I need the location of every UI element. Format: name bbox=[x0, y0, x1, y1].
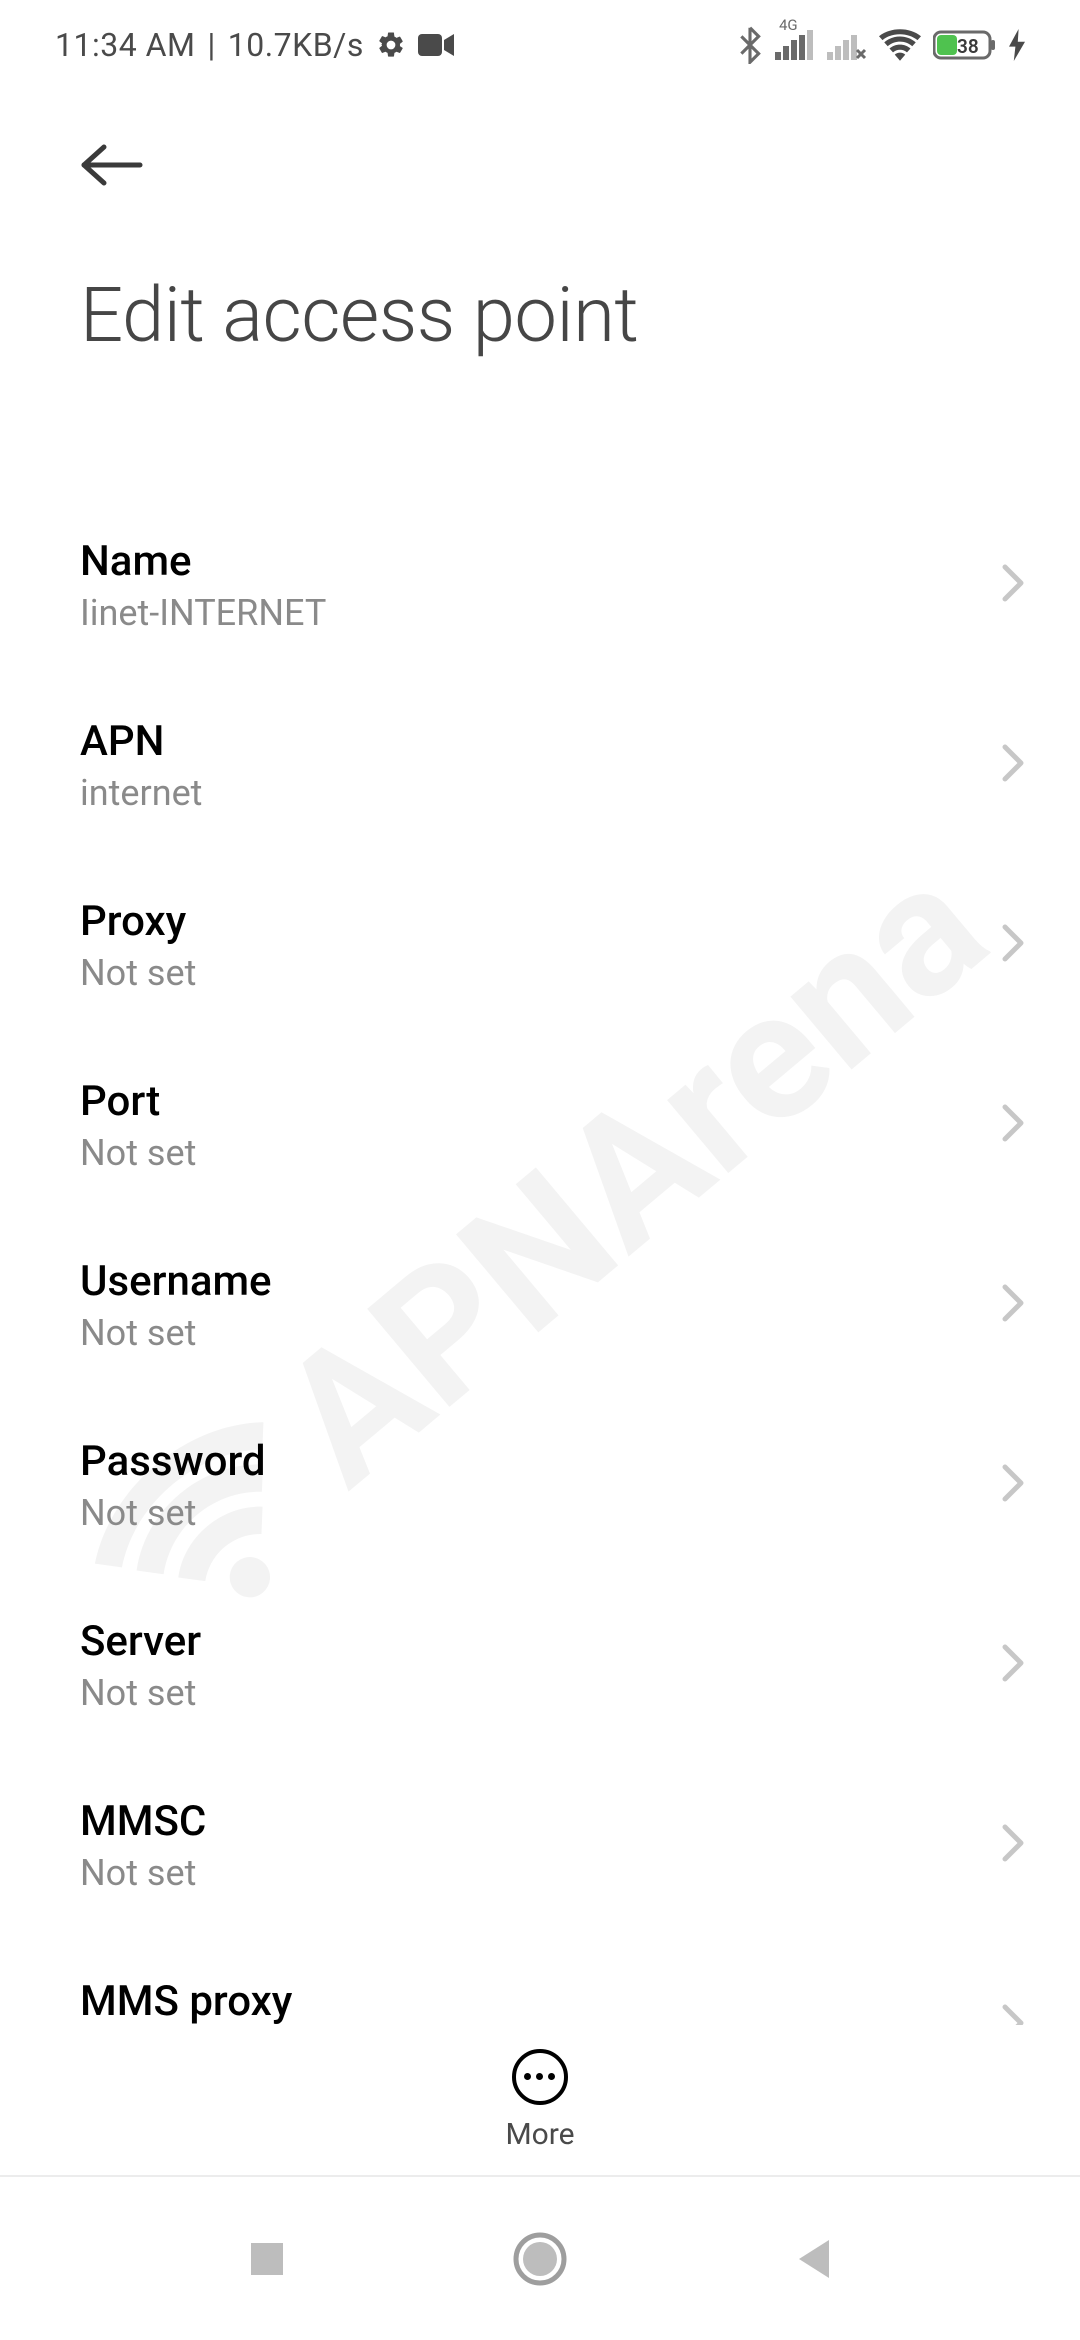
row-apn[interactable]: APN internet bbox=[0, 675, 1080, 855]
row-label: Proxy bbox=[80, 897, 196, 946]
row-proxy[interactable]: Proxy Not set bbox=[0, 855, 1080, 1035]
status-separator: | bbox=[207, 26, 215, 64]
nav-back-button[interactable] bbox=[778, 2224, 848, 2294]
chevron-right-icon bbox=[1001, 1463, 1025, 1507]
wifi-icon bbox=[879, 29, 921, 61]
chevron-right-icon bbox=[1001, 743, 1025, 787]
cell-4g-label: 4G bbox=[779, 16, 798, 34]
row-label: Password bbox=[80, 1437, 266, 1486]
status-bar: 11:34 AM | 10.7KB/s 4G 38 bbox=[0, 0, 1080, 90]
row-server[interactable]: Server Not set bbox=[0, 1575, 1080, 1755]
status-left: 11:34 AM | 10.7KB/s bbox=[55, 26, 454, 64]
chevron-right-icon bbox=[1001, 1643, 1025, 1687]
settings-list: Name Iinet-INTERNET APN internet Proxy N… bbox=[0, 495, 1080, 2025]
cellular-signal-1-icon: 4G bbox=[775, 30, 815, 60]
row-mms-proxy[interactable]: MMS proxy Not set bbox=[0, 1935, 1080, 2025]
row-label: Server bbox=[80, 1617, 201, 1666]
status-time: 11:34 AM bbox=[55, 26, 195, 64]
square-icon bbox=[247, 2239, 287, 2279]
nav-recents-button[interactable] bbox=[232, 2224, 302, 2294]
charging-bolt-icon bbox=[1009, 29, 1025, 61]
gear-icon bbox=[376, 30, 406, 60]
arrow-left-icon bbox=[80, 143, 144, 187]
status-net-speed: 10.7KB/s bbox=[228, 26, 364, 64]
battery-icon: 38 bbox=[933, 29, 997, 61]
bluetooth-icon bbox=[737, 26, 763, 64]
chevron-right-icon bbox=[1001, 1823, 1025, 1867]
row-value: Not set bbox=[80, 1312, 272, 1354]
row-value: Not set bbox=[80, 1492, 266, 1534]
video-camera-icon bbox=[418, 32, 454, 58]
row-mmsc[interactable]: MMSC Not set bbox=[0, 1755, 1080, 1935]
circle-icon bbox=[512, 2231, 568, 2287]
back-button[interactable] bbox=[80, 130, 150, 200]
more-label: More bbox=[505, 2117, 574, 2152]
row-label: APN bbox=[80, 717, 202, 766]
triangle-left-icon bbox=[793, 2236, 833, 2282]
page-title: Edit access point bbox=[80, 270, 1000, 360]
chevron-right-icon bbox=[1001, 1103, 1025, 1147]
row-value: Not set bbox=[80, 952, 196, 994]
row-label: Username bbox=[80, 1257, 272, 1306]
row-username[interactable]: Username Not set bbox=[0, 1215, 1080, 1395]
more-button[interactable]: More bbox=[505, 2049, 574, 2152]
row-port[interactable]: Port Not set bbox=[0, 1035, 1080, 1215]
row-value: Iinet-INTERNET bbox=[80, 592, 326, 634]
status-right: 4G 38 bbox=[737, 26, 1025, 64]
page-header: Edit access point bbox=[0, 90, 1080, 370]
row-name[interactable]: Name Iinet-INTERNET bbox=[0, 495, 1080, 675]
system-nav-bar bbox=[0, 2175, 1080, 2340]
cellular-signal-2-icon bbox=[827, 30, 867, 60]
row-value: Not set bbox=[80, 1672, 201, 1714]
row-label: Name bbox=[80, 537, 326, 586]
row-password[interactable]: Password Not set bbox=[0, 1395, 1080, 1575]
nav-home-button[interactable] bbox=[505, 2224, 575, 2294]
chevron-right-icon bbox=[1001, 2003, 1025, 2025]
row-label: MMS proxy bbox=[80, 1977, 292, 2026]
row-label: MMSC bbox=[80, 1797, 206, 1846]
row-value: Not set bbox=[80, 1132, 196, 1174]
bottom-action-bar: More bbox=[0, 2025, 1080, 2175]
row-value: Not set bbox=[80, 1852, 206, 1894]
more-horizontal-icon bbox=[512, 2049, 568, 2105]
chevron-right-icon bbox=[1001, 923, 1025, 967]
chevron-right-icon bbox=[1001, 1283, 1025, 1327]
chevron-right-icon bbox=[1001, 563, 1025, 607]
row-label: Port bbox=[80, 1077, 196, 1126]
row-value: internet bbox=[80, 772, 202, 814]
battery-pct: 38 bbox=[957, 35, 979, 58]
